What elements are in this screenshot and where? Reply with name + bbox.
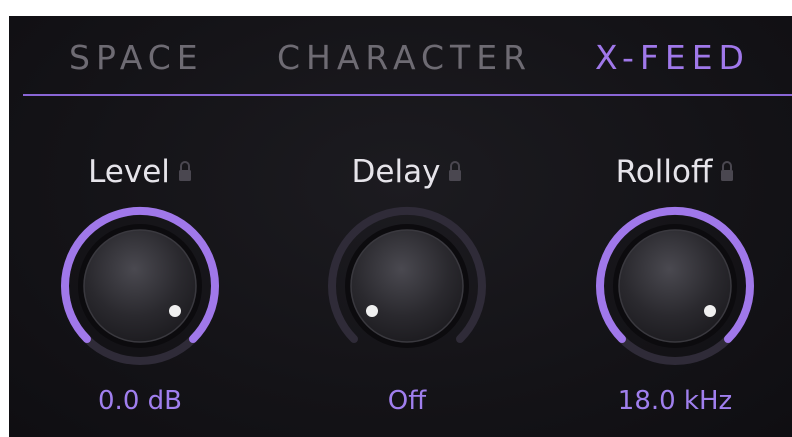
rolloff-control: Rolloff 18.0 kHz [575, 146, 775, 437]
rolloff-value: 18.0 kHz [617, 386, 733, 416]
delay-knob[interactable] [307, 196, 507, 376]
level-control: Level 0.0 dB [40, 146, 240, 437]
tab-bar: SPACE CHARACTER X-FEED [9, 16, 792, 96]
rolloff-knob-indicator [704, 305, 716, 317]
level-knob[interactable] [40, 196, 240, 376]
level-label: Level [88, 154, 170, 190]
lock-icon[interactable] [448, 160, 462, 182]
delay-knob-indicator [366, 305, 378, 317]
delay-control: Delay Off [307, 146, 507, 437]
rolloff-label-row: Rolloff [575, 154, 775, 190]
level-knob-indicator [169, 305, 181, 317]
xfeed-panel: SPACE CHARACTER X-FEED Level 0.0 dB Dela… [9, 16, 792, 437]
tab-character[interactable]: CHARACTER [277, 38, 532, 77]
delay-label: Delay [351, 154, 441, 190]
level-label-row: Level [40, 154, 240, 190]
delay-label-row: Delay [307, 154, 507, 190]
lock-icon[interactable] [178, 160, 192, 182]
tab-x-feed[interactable]: X-FEED [595, 38, 750, 77]
rolloff-label: Rolloff [615, 154, 713, 190]
delay-value: Off [387, 386, 427, 416]
rolloff-knob[interactable] [575, 196, 775, 376]
level-value: 0.0 dB [98, 386, 182, 416]
tab-space[interactable]: SPACE [69, 38, 204, 77]
lock-icon[interactable] [720, 160, 734, 182]
tab-underline [23, 94, 792, 96]
